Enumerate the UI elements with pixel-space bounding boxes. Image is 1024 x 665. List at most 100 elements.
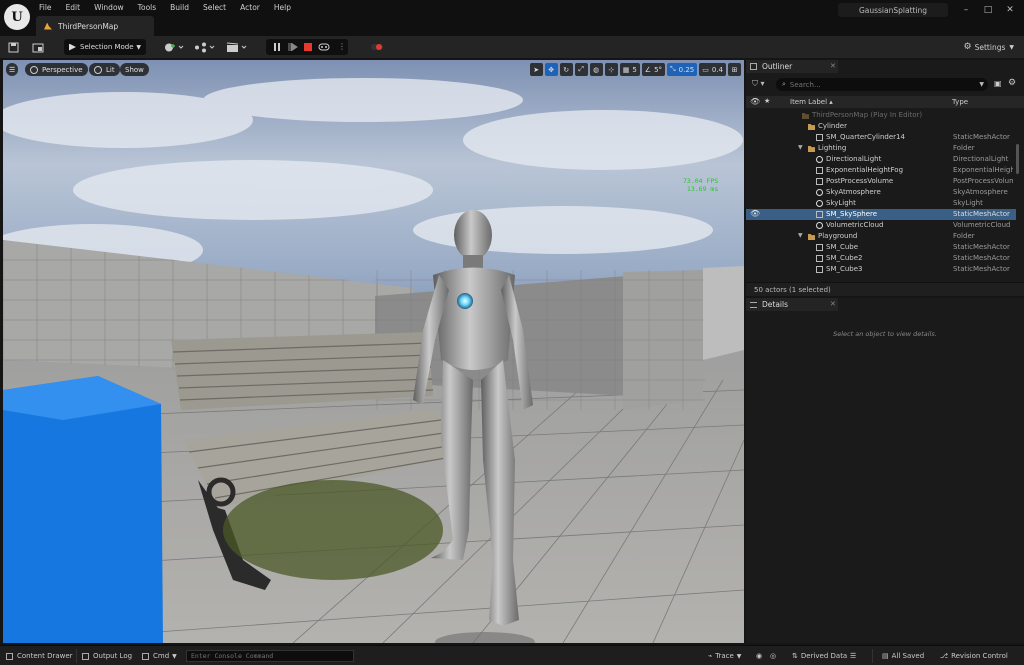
pause-button[interactable] — [270, 39, 284, 55]
show-button[interactable]: Show — [120, 63, 149, 76]
minimize-button[interactable]: – — [956, 3, 976, 17]
outliner-row[interactable]: SM_Cube3 StaticMeshActor — [746, 264, 1016, 275]
revision-control-button[interactable]: ⎇ Revision Control — [940, 650, 1008, 662]
outliner-row[interactable]: SM_Cube StaticMeshActor — [746, 242, 1016, 253]
menu-build[interactable]: Build — [163, 3, 196, 13]
derived-data-label: Derived Data — [800, 652, 848, 660]
unreal-logo-icon[interactable]: U — [4, 4, 30, 30]
close-icon[interactable]: ✕ — [830, 62, 836, 70]
view-mode-button[interactable]: Lit — [89, 63, 120, 76]
folder-icon — [808, 234, 815, 240]
close-icon[interactable]: ✕ — [830, 300, 836, 308]
chevron-down-icon: ▼ — [736, 652, 742, 660]
column-item-label[interactable]: Item Label ▴ — [790, 98, 833, 106]
chevron-down-icon: ▼ — [172, 652, 177, 660]
add-actor-button[interactable] — [164, 40, 184, 54]
outliner-row-selected[interactable]: 👁 SM_SkySphere StaticMeshActor — [746, 209, 1016, 220]
blueprints-button[interactable] — [194, 40, 216, 54]
menu-help[interactable]: Help — [267, 3, 298, 13]
level-viewport[interactable]: ☰ Perspective Lit Show ➤ ✥ ↻ ⤢ ◍ ⊹ ▦ 5 ∠ 5… — [3, 60, 744, 643]
cinematics-button[interactable] — [226, 40, 248, 54]
menu-window[interactable]: Window — [87, 3, 131, 13]
show-label: Show — [125, 65, 144, 74]
selection-mode-dropdown[interactable]: Selection Mode ▼ — [64, 39, 146, 55]
outliner-row[interactable]: PostProcessVolume PostProcessVolum — [746, 176, 1016, 187]
outliner-row[interactable]: DirectionalLight DirectionalLight — [746, 154, 1016, 165]
gear-icon[interactable]: ⚙ — [1008, 78, 1016, 88]
cmd-dropdown[interactable]: Cmd ▼ — [142, 650, 177, 662]
maximize-button[interactable]: □ — [978, 3, 998, 17]
outliner-scrollbar[interactable] — [1016, 144, 1019, 174]
details-empty-message: Select an object to view details. — [833, 330, 937, 338]
gamepad-icon[interactable] — [318, 43, 330, 51]
menu-tools[interactable]: Tools — [131, 3, 163, 13]
notifications-icon[interactable]: ☰ — [850, 650, 856, 662]
outliner-row[interactable]: Cylinder — [746, 121, 1016, 132]
surface-snap-button[interactable]: ⊹ — [604, 63, 618, 76]
outliner-row[interactable]: VolumetricCloud VolumetricCloud — [746, 220, 1016, 231]
console-input[interactable] — [191, 651, 351, 661]
chevron-down-icon[interactable]: ▼ — [798, 232, 803, 239]
perspective-button[interactable]: Perspective — [25, 63, 88, 76]
menu-edit[interactable]: Edit — [59, 3, 88, 13]
outliner-row[interactable]: SkyAtmosphere SkyAtmosphere — [746, 187, 1016, 198]
content-drawer-button[interactable]: Content Drawer — [6, 650, 73, 662]
angle-snap-button[interactable]: ∠ 5° — [641, 63, 666, 76]
outliner-row[interactable]: ▼ Playground Folder — [746, 231, 1016, 242]
close-button[interactable]: ✕ — [1000, 3, 1020, 17]
outliner-row[interactable]: ▼ Lighting Folder — [746, 143, 1016, 154]
globe-icon: ◍ — [593, 65, 600, 74]
derived-data-button[interactable]: ⇅ Derived Data — [792, 650, 847, 662]
play-options-icon[interactable]: ⋮ — [338, 42, 346, 51]
select-tool-button[interactable]: ➤ — [529, 63, 543, 76]
static-mesh-icon — [816, 211, 823, 218]
outliner-row[interactable]: SkyLight SkyLight — [746, 198, 1016, 209]
all-saved-button[interactable]: ▤ All Saved — [882, 650, 924, 662]
screenshot-icon[interactable]: ◎ — [770, 650, 776, 662]
settings-label: Settings — [974, 42, 1006, 52]
layout-icon: ⊞ — [731, 65, 738, 74]
column-type[interactable]: Type — [952, 98, 968, 106]
viewport-layout-button[interactable]: ⊞ — [728, 63, 741, 76]
save-button[interactable] — [8, 40, 19, 54]
scale-tool-button[interactable]: ⤢ — [574, 63, 588, 76]
eye-icon[interactable]: 👁 — [750, 209, 760, 218]
search-input[interactable] — [789, 80, 970, 89]
resume-icon[interactable] — [288, 43, 298, 51]
content-browser-button[interactable] — [32, 40, 44, 54]
fog-icon — [816, 167, 823, 174]
pin-column-icon[interactable]: ★ — [764, 97, 770, 105]
world-local-button[interactable]: ◍ — [589, 63, 603, 76]
tab-outliner[interactable]: Outliner — [746, 60, 838, 73]
tab-third-person-map[interactable]: ThirdPersonMap — [36, 16, 154, 36]
outliner-row[interactable]: ExponentialHeightFog ExponentialHeightF — [746, 165, 1016, 176]
translate-tool-button[interactable]: ✥ — [544, 63, 558, 76]
output-log-button[interactable]: Output Log — [82, 650, 132, 662]
static-mesh-icon — [816, 244, 823, 251]
project-name: GaussianSplatting — [838, 3, 948, 17]
chevron-down-icon[interactable]: ▼ — [979, 81, 984, 88]
outliner-row[interactable]: ThirdPersonMap (Play In Editor) — [746, 110, 1016, 121]
hamburger-icon: ☰ — [9, 65, 16, 74]
stop-button[interactable] — [304, 43, 312, 51]
add-folder-icon[interactable]: ▣ — [994, 79, 1002, 88]
filter-button[interactable]: ⛉ ▾ — [752, 79, 765, 89]
record-trace-icon[interactable]: ◉ — [756, 650, 762, 662]
menu-select[interactable]: Select — [196, 3, 233, 13]
menu-file[interactable]: File — [32, 3, 59, 13]
menu-actor[interactable]: Actor — [233, 3, 267, 13]
record-button[interactable] — [370, 40, 384, 54]
tab-details[interactable]: Details — [746, 298, 838, 311]
fps-readout: 73.04 FPS 13.69 ms — [683, 177, 718, 193]
camera-speed-button[interactable]: ▭ 0.4 — [699, 63, 726, 76]
trace-button[interactable]: ⌁ Trace ▼ — [708, 650, 741, 662]
scale-snap-button[interactable]: ⤡ 0.25 — [667, 63, 698, 76]
lit-label: Lit — [106, 65, 115, 74]
settings-button[interactable]: ⚙ Settings ▼ — [964, 40, 1014, 54]
chevron-down-icon[interactable]: ▼ — [798, 144, 803, 151]
rotate-tool-button[interactable]: ↻ — [559, 63, 573, 76]
outliner-row[interactable]: SM_Cube2 StaticMeshActor — [746, 253, 1016, 264]
visibility-column-icon[interactable]: 👁 — [750, 97, 760, 106]
outliner-row[interactable]: SM_QuarterCylinder14 StaticMeshActor — [746, 132, 1016, 143]
grid-snap-button[interactable]: ▦ 5 — [619, 63, 640, 76]
